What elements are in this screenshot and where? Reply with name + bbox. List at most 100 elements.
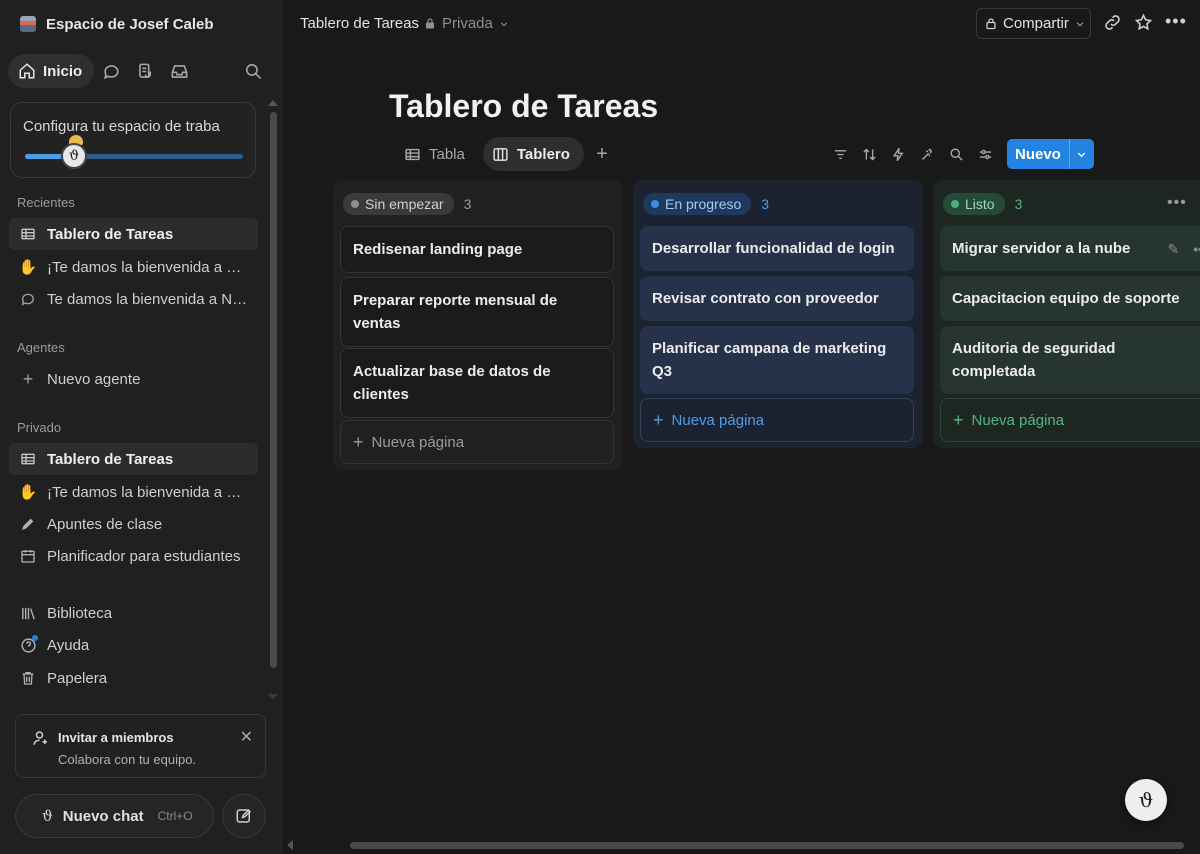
sidebar-item-trash[interactable]: Papelera: [9, 662, 258, 694]
meeting-notes-button[interactable]: [128, 54, 162, 88]
ai-autofill-button[interactable]: [913, 139, 942, 169]
ai-assistant-button[interactable]: ϑ: [1125, 779, 1167, 821]
column-header[interactable]: Listo 3: [943, 193, 1022, 215]
chat-bubble-icon: [19, 290, 37, 308]
new-button[interactable]: Nuevo: [1007, 139, 1094, 169]
chevron-down-icon: [500, 21, 508, 26]
sidebar-item-student-planner[interactable]: Planificador para estudiantes: [9, 540, 258, 572]
sidebar-item-welcome-page[interactable]: ✋ ¡Te damos la bienvenida a N...: [9, 476, 258, 508]
breadcrumb[interactable]: Tablero de Tareas: [300, 15, 419, 32]
wave-emoji-icon: ✋: [18, 259, 38, 276]
workspace-setup-card[interactable]: Configura tu espacio de traba ϑ: [10, 102, 256, 178]
sidebar-item-class-notes[interactable]: Apuntes de clase: [9, 508, 258, 540]
new-page-button[interactable]: + Nueva página: [940, 398, 1200, 442]
sidebar-item-label: Papelera: [47, 669, 108, 687]
column-count: 3: [1014, 196, 1023, 212]
plus-icon: +: [353, 431, 364, 452]
column-count: 3: [761, 196, 770, 212]
board-horizontal-scrollbar[interactable]: [350, 842, 1184, 849]
column-options-icon[interactable]: •••: [1167, 194, 1187, 212]
sidebar-item-library[interactable]: Biblioteca: [9, 597, 258, 629]
scroll-left-arrow[interactable]: [287, 840, 293, 850]
invite-subtitle: Colabora con tu equipo.: [58, 752, 197, 767]
tab-table[interactable]: Tabla: [395, 137, 479, 171]
new-page-button[interactable]: + Nueva página: [640, 398, 914, 442]
lightning-icon: [892, 147, 904, 161]
status-label: En progreso: [665, 196, 742, 212]
board-card[interactable]: Planificar campana de marketing Q3: [640, 326, 914, 394]
board-card[interactable]: Desarrollar funcionalidad de login: [640, 226, 914, 271]
status-label: Sin empezar: [365, 196, 444, 212]
status-dot: [651, 200, 659, 208]
link-icon[interactable]: [1103, 13, 1122, 32]
new-page-label: Nueva página: [971, 411, 1065, 429]
edit-icon[interactable]: ✎: [1168, 238, 1180, 261]
sidebar-item-task-board[interactable]: Tablero de Tareas: [9, 443, 258, 475]
settings-button[interactable]: [971, 139, 1000, 169]
sidebar-scrollbar[interactable]: [270, 112, 277, 668]
status-dot: [351, 200, 359, 208]
sidebar-item-help[interactable]: Ayuda: [9, 629, 258, 661]
column-header[interactable]: En progreso 3: [643, 193, 769, 215]
board-card[interactable]: Auditoria de seguridad completada: [940, 326, 1200, 394]
more-options-icon[interactable]: •••: [1165, 11, 1187, 32]
board-column-not-started: Sin empezar 3 Redisenar landing page Pre…: [333, 180, 623, 470]
sidebar-item-label: ¡Te damos la bienvenida a N...: [47, 258, 248, 276]
new-page-button[interactable]: + Nueva página: [340, 420, 614, 464]
sidebar-item-recent-welcome-chat[interactable]: Te damos la bienvenida a No...: [9, 283, 258, 315]
chevron-down-icon: [1078, 152, 1086, 157]
invite-title: Invitar a miembros: [58, 730, 174, 745]
board-icon: [493, 147, 508, 161]
search-button[interactable]: [942, 139, 971, 169]
automation-button[interactable]: [884, 139, 913, 169]
compose-button[interactable]: [222, 794, 266, 838]
sidebar-item-recent-task-board[interactable]: Tablero de Tareas: [9, 218, 258, 250]
workspace-switcher[interactable]: Espacio de Josef Caleb: [12, 8, 222, 40]
board-card[interactable]: Preparar reporte mensual de ventas: [340, 277, 614, 347]
more-options-icon[interactable]: •••: [1193, 238, 1200, 261]
wave-emoji-icon: ✋: [18, 484, 38, 501]
chat-icon: [103, 64, 119, 79]
tab-board[interactable]: Tablero: [482, 137, 584, 171]
sort-button[interactable]: [855, 139, 884, 169]
setup-title: Configura tu espacio de traba: [23, 118, 220, 135]
ai-face-icon: ϑ: [1138, 788, 1154, 812]
share-button[interactable]: Compartir: [976, 8, 1091, 39]
table-icon: [19, 450, 37, 468]
board-card[interactable]: Revisar contrato con proveedor: [640, 276, 914, 321]
new-button-dropdown[interactable]: [1068, 139, 1094, 169]
inbox-button[interactable]: [162, 54, 196, 88]
inbox-icon: [171, 64, 188, 78]
board-card[interactable]: Migrar servidor a la nube ✎ •••: [940, 226, 1200, 271]
sort-icon: [863, 148, 876, 160]
meeting-notes-icon: [138, 63, 151, 78]
sidebar-item-recent-welcome-page[interactable]: ✋ ¡Te damos la bienvenida a N...: [9, 251, 258, 283]
add-view-button[interactable]: +: [588, 137, 616, 171]
compose-icon: [236, 808, 252, 823]
board-card[interactable]: Capacitacion equipo de soporte: [940, 276, 1200, 321]
chat-button[interactable]: [94, 54, 128, 88]
ai-face-icon: ϑ: [61, 143, 87, 169]
sliders-icon: [979, 149, 992, 159]
new-chat-button[interactable]: ϑ Nuevo chat Ctrl+O: [15, 794, 214, 838]
search-icon: [245, 63, 261, 79]
close-icon[interactable]: ✕: [240, 727, 253, 747]
column-header[interactable]: Sin empezar 3: [343, 193, 471, 215]
board-card[interactable]: Redisenar landing page: [340, 226, 614, 273]
share-label: Compartir: [1003, 15, 1069, 32]
search-button[interactable]: [236, 54, 270, 88]
board-card[interactable]: Actualizar base de datos de clientes: [340, 348, 614, 418]
ai-face-icon: ϑ: [42, 807, 53, 825]
home-button[interactable]: Inicio: [8, 54, 95, 88]
agents-section-label: Agentes: [17, 340, 65, 355]
filter-button[interactable]: [826, 139, 855, 169]
invite-members-card[interactable]: Invitar a miembros Colabora con tu equip…: [15, 714, 266, 778]
privacy-selector[interactable]: Privada: [424, 15, 509, 32]
page-title: Tablero de Tareas: [389, 88, 659, 124]
star-icon[interactable]: [1134, 13, 1153, 32]
new-agent-button[interactable]: + Nuevo agente: [9, 363, 258, 395]
privacy-label: Privada: [442, 15, 493, 32]
scroll-up-arrow[interactable]: [268, 100, 278, 106]
scroll-down-arrow[interactable]: [268, 694, 278, 700]
sidebar-item-label: Apuntes de clase: [47, 515, 163, 533]
